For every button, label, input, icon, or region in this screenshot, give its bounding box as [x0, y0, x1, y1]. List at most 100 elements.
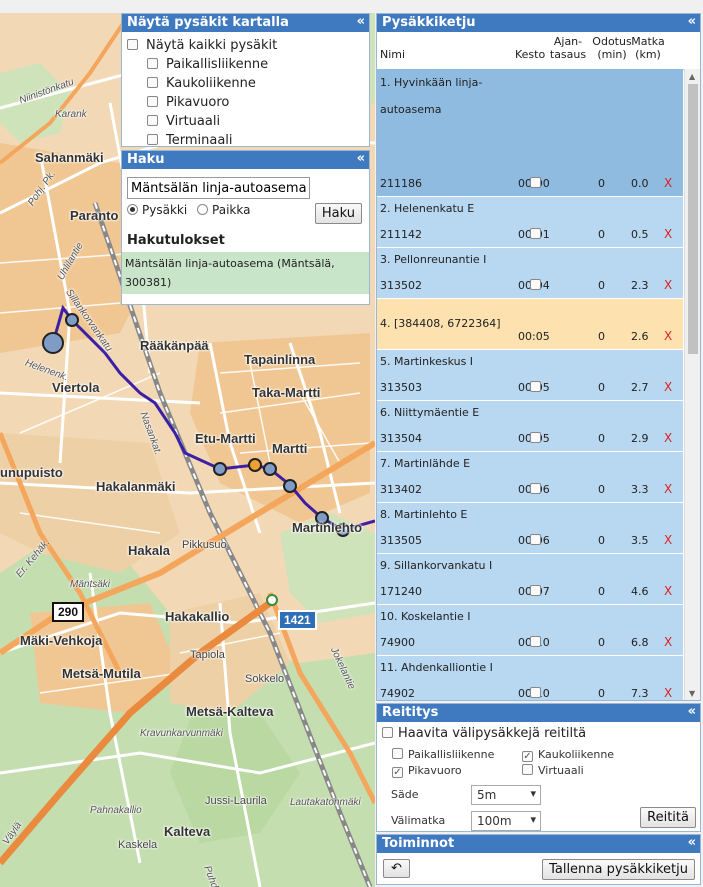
timing-checkbox[interactable]	[530, 534, 541, 545]
undo-button[interactable]: ↶	[383, 859, 410, 878]
stop-row[interactable]: 8. Martinlehto E31350500:0603.5X	[377, 503, 683, 554]
checkbox[interactable]	[147, 115, 158, 126]
show-stops-header[interactable]: Näytä pysäkit kartalla «	[122, 14, 369, 32]
collapse-icon[interactable]: «	[688, 704, 696, 719]
stop-name: 3. Pellonreunantie I	[380, 253, 487, 266]
routing-header[interactable]: Reititys «	[377, 704, 700, 722]
remove-stop-icon[interactable]: X	[664, 635, 672, 649]
timing-checkbox[interactable]	[530, 279, 541, 290]
stop-wait: 0	[598, 381, 605, 394]
stop-id: 74902	[380, 687, 415, 700]
checkbox[interactable]	[147, 77, 158, 88]
remove-stop-icon[interactable]: X	[664, 482, 672, 496]
stop-type-option[interactable]: Pikavuoro	[127, 93, 364, 112]
actions-header[interactable]: Toiminnot «	[377, 835, 700, 853]
timing-checkbox[interactable]	[530, 432, 541, 443]
stop-row[interactable]: 5. Martinkeskus I31350300:0502.7X	[377, 350, 683, 401]
save-chain-button[interactable]: Tallenna pysäkkiketju	[542, 859, 695, 880]
route-type-option[interactable]: Virtuaali	[522, 764, 584, 777]
results-title: Hakutulokset	[127, 233, 225, 248]
remove-stop-icon[interactable]: X	[664, 278, 672, 292]
stop-list[interactable]: 1. Hyvinkään linja-autoasema21118600:000…	[377, 69, 683, 700]
map-label: Kravunkarvunmäki	[140, 728, 223, 739]
collapse-icon[interactable]: «	[357, 151, 365, 166]
hide-intermediate-option[interactable]: Haavita välipysäkkejä reitiltä	[382, 726, 695, 741]
checkbox[interactable]	[392, 748, 403, 759]
search-result[interactable]: Mäntsälän linja-autoasema (Mäntsälä, 300…	[122, 252, 369, 294]
option-label: Kaukoliikenne	[538, 748, 615, 761]
stop-list-scrollbar[interactable]: ▲ ▼	[684, 69, 700, 700]
timing-checkbox[interactable]	[530, 636, 541, 647]
route-type-option[interactable]: Paikallisliikenne	[392, 748, 494, 761]
remove-stop-icon[interactable]: X	[664, 176, 672, 190]
stop-wait: 0	[598, 279, 605, 292]
remove-stop-icon[interactable]: X	[664, 431, 672, 445]
stop-type-option[interactable]: Paikallisliikenne	[127, 55, 364, 74]
stop-type-option[interactable]: Virtuaali	[127, 112, 364, 131]
place-radio[interactable]	[197, 204, 209, 215]
timing-checkbox[interactable]	[530, 585, 541, 596]
timing-checkbox[interactable]	[530, 381, 541, 392]
map-label: Hakala	[128, 543, 170, 558]
stop-row[interactable]: 7. Martinlähde E31340200:0603.3X	[377, 452, 683, 503]
stop-row[interactable]: 2. Helenenkatu E21114200:0100.5X	[377, 197, 683, 248]
stop-row[interactable]: 4. [384408, 6722364] 00:05 0 2.6 X	[377, 299, 683, 350]
remove-stop-icon[interactable]: X	[664, 533, 672, 547]
collapse-icon[interactable]: «	[688, 835, 696, 850]
search-panel: Haku « Pysäkki Paikka Haku Hakutulokset …	[121, 150, 370, 305]
remove-stop-icon[interactable]: X	[664, 380, 672, 394]
panel-title: Haku	[127, 152, 165, 167]
stop-type-option[interactable]: Terminaali	[127, 131, 364, 150]
interval-select[interactable]: 100m	[471, 811, 541, 831]
stop-row[interactable]: 9. Sillankorvankatu I17124000:0704.6X	[377, 554, 683, 605]
checkbox[interactable]	[522, 751, 533, 762]
timing-checkbox[interactable]	[530, 483, 541, 494]
map-label: Lautakatonmäki	[290, 797, 361, 808]
remove-stop-icon[interactable]: X	[664, 686, 672, 700]
remove-stop-icon[interactable]: X	[664, 584, 672, 598]
remove-stop-icon[interactable]: X	[664, 329, 672, 343]
timing-checkbox[interactable]	[530, 177, 541, 188]
show-stops-panel: Näytä pysäkit kartalla « Näytä kaikki py…	[121, 13, 370, 150]
stop-id: 171240	[380, 585, 422, 598]
collapse-icon[interactable]: «	[688, 14, 696, 29]
route-button[interactable]: Reititä	[640, 807, 696, 828]
route-type-option[interactable]: Kaukoliikenne	[522, 748, 614, 762]
show-all-stops-option[interactable]: Näytä kaikki pysäkit	[127, 36, 364, 55]
search-input[interactable]	[127, 177, 310, 199]
checkbox[interactable]	[147, 58, 158, 69]
stop-wait: 0	[598, 687, 605, 700]
option-label: Paikallisliikenne	[166, 57, 269, 72]
stop-duration: 00:05	[518, 330, 550, 343]
checkbox[interactable]	[147, 134, 158, 145]
stop-chain-header[interactable]: Pysäkkiketju «	[377, 14, 700, 32]
checkbox[interactable]	[522, 764, 533, 775]
map-label: Hakalanmäki	[96, 479, 176, 494]
scroll-thumb[interactable]	[688, 84, 698, 354]
stop-type-option[interactable]: Kaukoliikenne	[127, 74, 364, 93]
search-header[interactable]: Haku «	[122, 151, 369, 169]
checkbox[interactable]	[127, 39, 138, 50]
timing-checkbox[interactable]	[530, 687, 541, 698]
actions-panel: Toiminnot « ↶ Tallenna pysäkkiketju	[376, 834, 701, 885]
stop-row[interactable]: 6. Niittymäentie E31350400:0502.9X	[377, 401, 683, 452]
collapse-icon[interactable]: «	[357, 14, 365, 29]
stop-radio[interactable]	[127, 204, 138, 215]
remove-stop-icon[interactable]: X	[664, 227, 672, 241]
stop-row[interactable]: 11. Ahdenkalliontie I7490200:1007.3X	[377, 656, 683, 700]
road-shield: 290	[52, 602, 85, 622]
checkbox[interactable]	[392, 767, 403, 778]
radius-select[interactable]: 5m	[471, 785, 541, 805]
route-type-option[interactable]: Pikavuoro	[392, 764, 462, 778]
checkbox[interactable]	[147, 96, 158, 107]
search-button[interactable]: Haku	[314, 203, 362, 224]
scroll-up-icon[interactable]: ▲	[689, 72, 695, 81]
stop-distance: 7.3	[631, 687, 649, 700]
stop-wait: 0	[598, 177, 605, 190]
timing-checkbox[interactable]	[530, 228, 541, 239]
stop-row[interactable]: 10. Koskelantie I7490000:1006.8X	[377, 605, 683, 656]
stop-row[interactable]: 1. Hyvinkään linja-autoasema21118600:000…	[377, 69, 683, 197]
checkbox[interactable]	[382, 727, 393, 738]
stop-row[interactable]: 3. Pellonreunantie I31350200:0402.3X	[377, 248, 683, 299]
scroll-down-icon[interactable]: ▼	[689, 689, 695, 698]
